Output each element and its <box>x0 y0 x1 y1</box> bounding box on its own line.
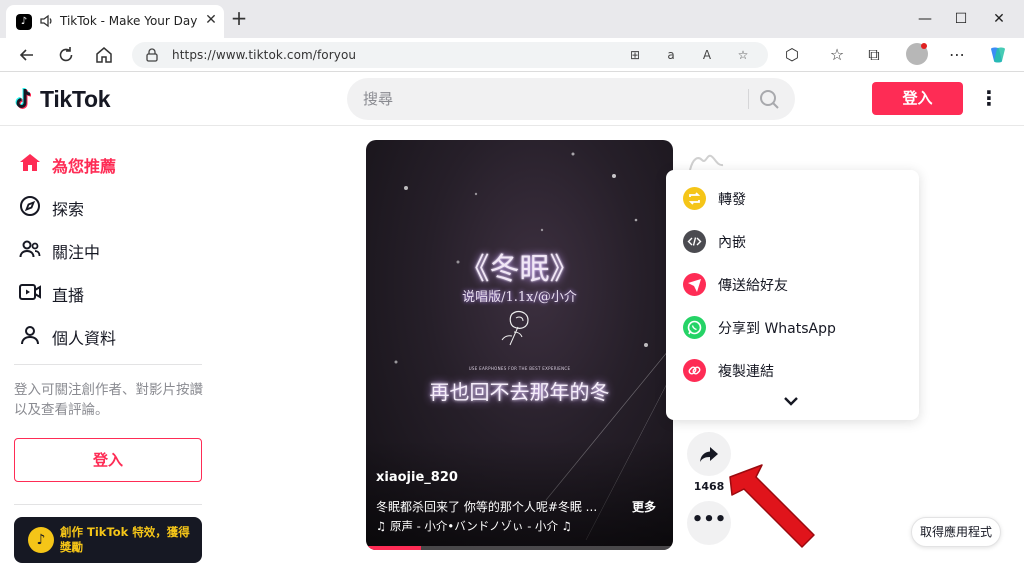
tiktok-logo-text: TikTok <box>40 86 111 112</box>
share-item-send-to-friend[interactable]: 傳送給好友 <box>666 265 919 305</box>
header-login-button[interactable]: 登入 <box>872 82 963 115</box>
share-item-whatsapp[interactable]: 分享到 WhatsApp <box>666 308 919 348</box>
read-aloud-icon[interactable]: A <box>698 46 716 64</box>
more-options-icon[interactable]: ⋮ <box>979 85 999 111</box>
extensions-icon[interactable]: ⬡ <box>781 44 803 66</box>
sidebar-item-live[interactable]: 直播 <box>18 277 218 307</box>
home-icon <box>20 154 40 171</box>
share-item-label: 轉發 <box>718 192 746 208</box>
new-tab-button[interactable]: + <box>229 8 249 29</box>
search-input[interactable] <box>363 78 743 120</box>
video-player[interactable]: 《冬眠》 说唱版/1.1x/@小介 USE EARPHONES FOR THE … <box>366 140 673 550</box>
share-item-label: 傳送給好友 <box>718 278 788 294</box>
sidebar-item-label: 個人資料 <box>52 329 117 348</box>
profile-icon <box>21 326 39 345</box>
share-item-embed[interactable]: 內嵌 <box>666 222 919 262</box>
video-more-button[interactable]: 更多 <box>632 498 656 515</box>
search-divider <box>748 89 749 109</box>
annotation-arrow-icon <box>729 464 815 548</box>
video-description: 冬眠都杀回来了 你等的那个人呢#冬眠 ... <box>376 500 598 514</box>
speaker-icon[interactable] <box>38 12 56 30</box>
copilot-icon[interactable] <box>987 44 1009 66</box>
sidebar-divider <box>14 364 202 365</box>
address-bar[interactable]: https://www.tiktok.com/foryou ⊞ a A ☆ <box>132 42 768 68</box>
browser-toolbar: https://www.tiktok.com/foryou ⊞ a A ☆ ⬡ … <box>0 38 1024 72</box>
minimize-button[interactable]: — <box>913 8 937 30</box>
search-bar[interactable] <box>347 78 795 120</box>
following-icon <box>19 240 41 258</box>
video-author-link[interactable]: xiaojie_820 <box>376 470 458 485</box>
video-progress-fill <box>366 546 422 550</box>
favorites-icon[interactable]: ☆ <box>826 44 848 66</box>
effect-card-text: 創作 TikTok 特效，獲得獎勵 <box>60 525 190 554</box>
embed-icon <box>683 230 706 253</box>
tab-title: TikTok - Make Your Day <box>60 14 198 28</box>
whatsapp-icon <box>683 316 706 339</box>
profile-notification-dot <box>921 43 927 49</box>
lock-icon[interactable] <box>144 47 160 63</box>
tiktok-note-icon <box>15 87 32 109</box>
sidebar-item-label: 直播 <box>52 286 85 305</box>
video-subtitle-text: 说唱版/1.1x/@小介 <box>462 290 577 305</box>
url-text[interactable]: https://www.tiktok.com/foryou <box>172 48 356 62</box>
sidebar-divider <box>14 504 202 505</box>
screenshot-icon[interactable]: ⧉ <box>863 44 885 66</box>
repost-icon <box>683 187 706 210</box>
send-icon <box>683 273 706 296</box>
get-app-button[interactable]: 取得應用程式 <box>911 517 1001 547</box>
tiktok-favicon-icon: ♪ <box>16 14 32 30</box>
browser-tab[interactable]: ♪ TikTok - Make Your Day ✕ <box>6 5 224 38</box>
tiktok-header: TikTok 登入 ⋮ <box>0 72 1024 126</box>
effect-house-icon: ♪ <box>28 527 54 553</box>
refresh-icon[interactable] <box>55 44 77 66</box>
search-icon[interactable] <box>757 87 783 111</box>
video-title-text: 《冬眠》 <box>459 252 580 287</box>
sidebar-item-for-you[interactable]: 為您推薦 <box>18 148 218 178</box>
share-arrow-icon <box>700 447 718 462</box>
browser-tab-bar: ♪ TikTok - Make Your Day ✕ + — ☐ ✕ <box>0 0 1024 38</box>
video-music-link[interactable]: ♫ 原声 - 小介•バンドノゾぃ - 小介 ♫ <box>376 518 606 534</box>
share-item-label: 分享到 WhatsApp <box>718 321 836 337</box>
favorite-star-icon[interactable]: ☆ <box>734 46 752 64</box>
home-browser-icon[interactable] <box>93 44 115 66</box>
sidebar-item-label: 關注中 <box>52 243 101 262</box>
tab-close-icon[interactable]: ✕ <box>202 11 220 29</box>
login-hint: 登入可關注創作者、對影片按讚以及查看評論。 <box>14 382 203 418</box>
translate-icon[interactable]: a <box>662 46 680 64</box>
rose-icon <box>501 310 529 346</box>
link-icon <box>683 359 706 382</box>
create-effects-banner[interactable]: ♪ 創作 TikTok 特效，獲得獎勵 <box>14 517 202 563</box>
chevron-down-icon[interactable] <box>779 392 803 410</box>
video-progress-bar[interactable] <box>366 546 673 550</box>
sidebar-item-profile[interactable]: 個人資料 <box>18 320 218 350</box>
live-icon <box>19 284 41 300</box>
settings-more-icon[interactable]: ⋯ <box>946 44 968 66</box>
tiktok-logo[interactable]: TikTok <box>14 85 124 113</box>
window-close-button[interactable]: ✕ <box>987 8 1011 30</box>
share-menu: 轉發 內嵌 傳送給好友 分享到 WhatsApp 複製連結 <box>666 170 919 420</box>
sidebar-item-label: 探索 <box>52 200 85 219</box>
share-item-label: 複製連結 <box>718 364 774 380</box>
video-lyric-text: 再也回不去那年的冬 <box>429 380 610 404</box>
share-item-repost[interactable]: 轉發 <box>666 179 919 219</box>
sidebar-item-following[interactable]: 關注中 <box>18 234 218 264</box>
app-available-icon[interactable]: ⊞ <box>626 46 644 64</box>
share-item-label: 內嵌 <box>718 235 746 251</box>
back-arrow-icon[interactable] <box>16 44 38 66</box>
maximize-button[interactable]: ☐ <box>949 8 973 30</box>
earphones-caption: USE EARPHONES FOR THE BEST EXPERIENCE <box>468 366 571 371</box>
compass-icon <box>20 196 40 216</box>
sidebar-login-button[interactable]: 登入 <box>14 438 202 482</box>
share-item-copy-link[interactable]: 複製連結 <box>666 351 919 391</box>
sidebar-item-explore[interactable]: 探索 <box>18 191 218 221</box>
sidebar-item-label: 為您推薦 <box>52 157 117 176</box>
